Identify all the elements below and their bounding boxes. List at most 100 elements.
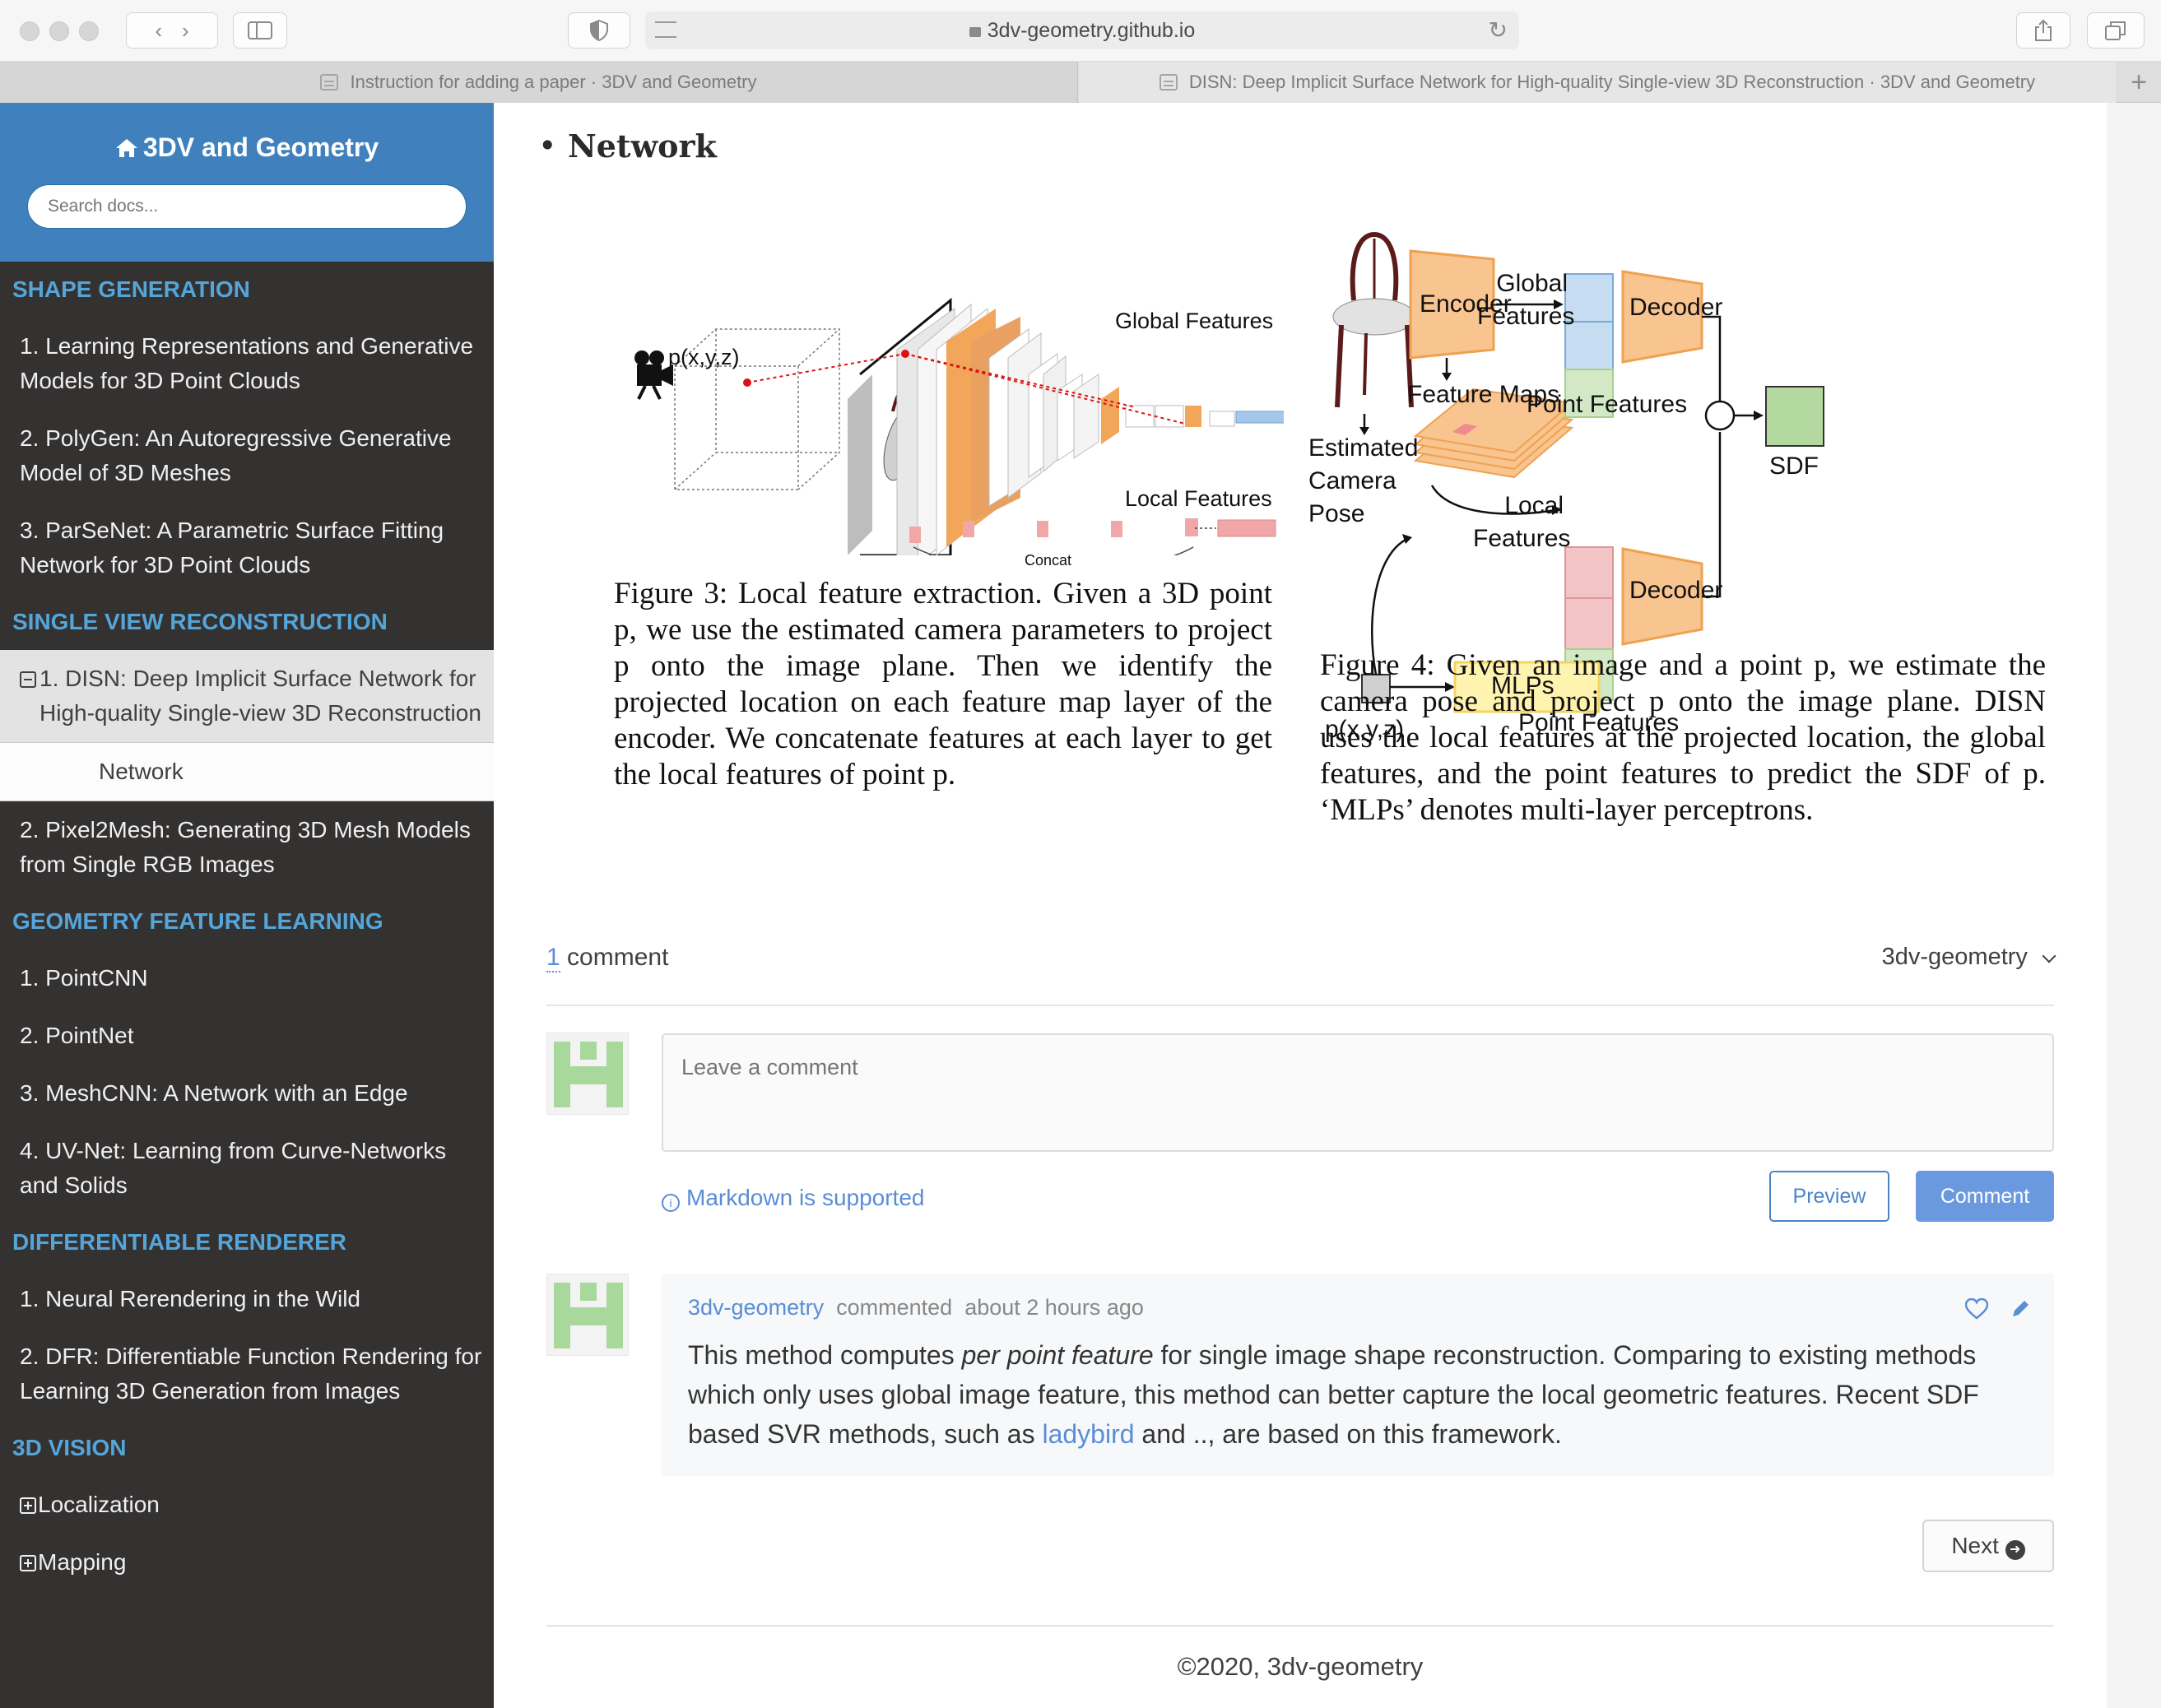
nav-item-parsenet[interactable]: 3. ParSeNet: A Parametric Surface Fittin… [0, 502, 494, 594]
encoder-layers [896, 303, 1284, 555]
sum-node [1704, 400, 1736, 431]
tab-label: DISN: Deep Implicit Surface Network for … [1188, 72, 2036, 92]
comment-count: 1 comment [546, 944, 668, 972]
page-icon [1159, 74, 1178, 91]
fig4-estimated-camera-pose: Estimated Camera Pose [1308, 434, 1419, 527]
nav-item-learning-representations[interactable]: 1. Learning Representations and Generati… [0, 318, 494, 410]
nav-item-localization[interactable]: Localization [0, 1476, 494, 1534]
nav-item-mapping[interactable]: Mapping [0, 1534, 494, 1591]
comment-submit-button[interactable]: Comment [1916, 1171, 2054, 1222]
comment-author[interactable]: 3dv-geometry [688, 1295, 824, 1320]
tab-instruction[interactable]: Instruction for adding a paper · 3DV and… [0, 62, 1078, 103]
back-icon[interactable]: ‹ [155, 18, 162, 44]
camera-icon [634, 350, 673, 400]
fig4-decoder-top: Decoder [1629, 294, 1723, 321]
nav-item-polygen[interactable]: 2. PolyGen: An Autoregressive Generative… [0, 410, 494, 502]
footer-copyright: ©2020, 3dv-geometry [1177, 1652, 1424, 1681]
site-title-link[interactable]: 3DV and Geometry [0, 132, 494, 163]
forward-icon[interactable]: › [182, 18, 189, 44]
markdown-note-label: Markdown is supported [686, 1185, 925, 1210]
chair-image [1332, 231, 1416, 408]
nav-item-dfr[interactable]: 2. DFR: Differentiable Function Renderin… [0, 1328, 494, 1420]
fig4-point-features-top: Point Features [1527, 391, 1688, 418]
fig4-local-features: Local Features [1473, 492, 1571, 552]
local-feature-cubes [909, 518, 1276, 543]
tab-disn[interactable]: DISN: Deep Implicit Surface Network for … [1079, 62, 2116, 103]
arrow-circle-right-icon: ➜ [2005, 1539, 2025, 1560]
next-button[interactable]: Next ➜ [1922, 1520, 2054, 1572]
fig3-concat-label: Concat [1025, 552, 1072, 569]
avatar [546, 1274, 629, 1356]
home-icon [115, 139, 137, 157]
fig4-encoder: Encoder [1420, 290, 1512, 318]
share-icon [2035, 19, 2052, 41]
avatar [546, 1033, 629, 1115]
close-window-button[interactable] [20, 21, 40, 41]
nav-item-pointcnn[interactable]: 1. PointCNN [0, 949, 494, 1007]
tab-bar: Instruction for adding a paper · 3DV and… [0, 62, 2161, 103]
nav-item-uv-net[interactable]: 4. UV-Net: Learning from Curve-Networks … [0, 1122, 494, 1214]
owner-dropdown[interactable]: 3dv-geometry [1882, 944, 2056, 971]
sidebar-toggle-button[interactable] [233, 12, 287, 49]
chevron-down-icon [2042, 949, 2056, 963]
nav-item-label: Mapping [38, 1549, 127, 1575]
sdf-block [1765, 386, 1824, 447]
new-tab-button[interactable]: + [2117, 62, 2161, 103]
ladybird-link[interactable]: ladybird [1042, 1419, 1134, 1449]
next-label: Next [1951, 1532, 1999, 1558]
sidebar-icon [248, 21, 272, 39]
nav-item-label: Localization [38, 1492, 160, 1517]
tabs-icon [2105, 21, 2126, 40]
figure-4-caption: Figure 4: Given an image and a point p, … [1320, 648, 2046, 827]
comment-count-number[interactable]: 1 [546, 944, 560, 972]
markdown-note[interactable]: i Markdown is supported [662, 1185, 925, 1212]
caption-single-view-reconstruction: SINGLE VIEW RECONSTRUCTION [12, 609, 388, 634]
nav-item-disn-current[interactable]: 1. DISN: Deep Implicit Surface Network f… [0, 650, 494, 742]
privacy-shield-button[interactable] [568, 12, 630, 49]
plus-icon: + [2131, 66, 2147, 98]
comment-input[interactable] [662, 1033, 2054, 1152]
footer-divider [546, 1625, 2054, 1627]
expand-icon[interactable] [20, 1497, 36, 1514]
comment-card: 3dv-geometry commented about 2 hours ago… [662, 1274, 2054, 1476]
fig3-local-label: Local Features [1125, 486, 1272, 511]
heart-icon[interactable] [1965, 1298, 1988, 1320]
expand-icon[interactable] [20, 1555, 36, 1571]
fig3-global-label: Global Features [1115, 309, 1274, 333]
lock-icon [969, 27, 981, 37]
back-forward-buttons[interactable]: ‹ › [126, 12, 218, 49]
caption-3d-vision: 3D VISION [12, 1435, 127, 1460]
reload-icon[interactable]: ↻ [1489, 16, 1508, 44]
nav-item-network[interactable]: Network [0, 742, 494, 801]
edit-icon[interactable] [2010, 1298, 2031, 1320]
sidebar-header: 3DV and Geometry [0, 103, 494, 262]
sidebar: 3DV and Geometry SHAPE GENERATION 1. Lea… [0, 103, 494, 1708]
tab-overview-button[interactable] [2087, 12, 2145, 49]
search-input[interactable] [27, 184, 467, 229]
nav-item-neural-rerendering[interactable]: 1. Neural Rerendering in the Wild [0, 1270, 494, 1328]
comments-header: 1 comment 3dv-geometry [546, 934, 2056, 1006]
nav-item-label: 1. DISN: Deep Implicit Surface Network f… [40, 666, 481, 726]
comment-count-label: comment [567, 944, 669, 971]
preview-button[interactable]: Preview [1769, 1171, 1889, 1222]
nav-item-pointnet[interactable]: 2. PointNet [0, 1007, 494, 1065]
minimize-window-button[interactable] [49, 21, 69, 41]
fig3-point-label: p(x,y,z) [668, 345, 740, 369]
site-title: 3DV and Geometry [142, 132, 379, 162]
share-button[interactable] [2016, 12, 2070, 49]
tab-label: Instruction for adding a paper · 3DV and… [350, 72, 757, 92]
nav-item-meshcnn[interactable]: 3. MeshCNN: A Network with an Edge [0, 1065, 494, 1122]
nav-item-pixel2mesh[interactable]: 2. Pixel2Mesh: Generating 3D Mesh Models… [0, 801, 494, 893]
caption-shape-generation: SHAPE GENERATION [12, 276, 250, 302]
figure-3-caption: Figure 3: Local feature extraction. Give… [614, 577, 1272, 791]
comment-time[interactable]: about 2 hours ago [964, 1295, 1144, 1320]
scrollbar-track[interactable] [2107, 103, 2161, 1708]
page-icon [320, 74, 339, 91]
main-content: Network [494, 103, 2107, 1708]
info-icon: i [662, 1194, 680, 1212]
collapse-icon[interactable] [20, 671, 36, 688]
zoom-window-button[interactable] [79, 21, 99, 41]
comment-action: commented [836, 1295, 953, 1320]
caption-differentiable-renderer: DIFFERENTIABLE RENDERER [12, 1229, 347, 1255]
address-bar[interactable]: 3dv-geometry.github.io ↻ [645, 12, 1519, 49]
